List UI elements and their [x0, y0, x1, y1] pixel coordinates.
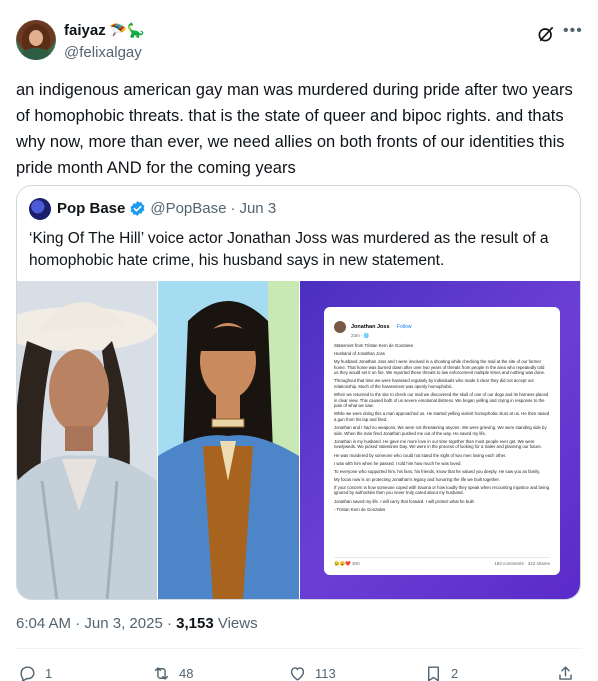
photo-actor[interactable]: [17, 281, 157, 599]
author-emojis: 🪂🦕: [109, 22, 145, 38]
quote-display-name[interactable]: Pop Base: [57, 200, 125, 217]
author-avatar[interactable]: [16, 20, 56, 60]
bookmark-count: 2: [451, 666, 459, 681]
statement-footer: 😢😮❤️ 300 183 comments · 322 shares: [334, 557, 550, 567]
statement-post: Jonathan Joss · Follow 23m · 🌐 Statement…: [324, 307, 560, 575]
repost-count: 48: [179, 666, 194, 681]
statement-reactions: 😢😮❤️ 300: [334, 561, 360, 566]
statement-line: To everyone who supported him, his fans,…: [334, 468, 541, 474]
like-button[interactable]: 113: [288, 664, 336, 681]
divider: [16, 648, 582, 649]
tweet-meta: 6:04 AM · Jun 3, 2025 · 3,153 Views: [16, 615, 258, 632]
bookmark-icon: [428, 666, 439, 681]
statement-line: If your concern is how someone coped wit…: [334, 484, 549, 496]
statement-line: - Tristan Kern de Gonzales: [334, 506, 386, 512]
statement-line: My focus now is on protecting Jonathan's…: [334, 476, 500, 482]
reply-count: 1: [45, 666, 53, 681]
statement-header: Jonathan Joss · Follow 23m · 🌐: [334, 315, 550, 339]
views-count[interactable]: 3,153: [176, 615, 214, 632]
statement-line: Statement from Tristan Kern de Gonzales: [334, 343, 414, 348]
repost-icon: [154, 667, 169, 680]
meta-separator: ·: [75, 615, 81, 632]
bookmark-button[interactable]: 2: [424, 664, 458, 681]
quote-images: Jonathan Joss · Follow 23m · 🌐 Statement…: [17, 281, 580, 599]
action-bar: 1 48 113 2: [16, 664, 582, 681]
statement-author: Jonathan Joss: [351, 324, 390, 330]
cartoon-character[interactable]: [158, 281, 299, 599]
quoted-tweet[interactable]: Pop Base @PopBase · Jun 3 ‘King Of The H…: [16, 185, 581, 600]
share-button[interactable]: [556, 664, 575, 681]
reply-icon: [20, 666, 35, 681]
statement-line: Jonathan saved my life. I will carry tha…: [334, 498, 475, 504]
statement-meta: 23m · 🌐: [351, 333, 370, 338]
statement-line: While we were doing this a man approache…: [334, 411, 550, 423]
author-handle[interactable]: @felixalgay: [64, 44, 142, 61]
quote-text: ‘King Of The Hill’ voice actor Jonathan …: [29, 230, 549, 269]
author-display-name[interactable]: faiyaz: [64, 22, 106, 39]
repost-button[interactable]: 48: [152, 664, 193, 681]
quote-handle[interactable]: @PopBase: [150, 200, 226, 217]
statement-line: My husband Jonathan Joss and I were invo…: [334, 359, 546, 376]
meta-separator: ·: [166, 615, 172, 632]
author-name-row: faiyaz 🪂🦕: [64, 22, 145, 39]
statement-line: Jonathan is my husband. He gave me more …: [334, 438, 542, 450]
share-icon: [559, 666, 572, 680]
quote-name-row: Pop Base @PopBase · Jun 3: [57, 200, 276, 217]
statement-line: Husband of Jonathan Joss: [334, 351, 385, 357]
tweet-text: an indigenous american gay man was murde…: [16, 81, 573, 177]
verified-badge-icon: [130, 201, 145, 216]
reply-button[interactable]: 1: [18, 664, 52, 681]
statement-line: When we returned to the site to check ou…: [334, 392, 549, 409]
tweet: faiyaz 🪂🦕 @felixalgay ••• an indigenous …: [0, 0, 598, 681]
statement-follow: · Follow: [393, 324, 412, 330]
heart-icon: [290, 667, 305, 681]
statement-avatar: [334, 321, 346, 333]
statement-line: Jonathan and I had no weapons. We were n…: [334, 425, 547, 436]
grok-icon[interactable]: [536, 24, 556, 44]
more-options-icon[interactable]: •••: [563, 22, 583, 42]
quote-separator: ·: [230, 200, 236, 217]
tweet-date[interactable]: Jun 3, 2025: [84, 615, 162, 632]
statement-line: He was murdered by someone who could not…: [334, 452, 507, 458]
like-count: 113: [315, 666, 336, 681]
statement-line: I was with him when he passed. I told hi…: [334, 460, 462, 466]
quote-date[interactable]: Jun 3: [239, 200, 276, 217]
tweet-time[interactable]: 6:04 AM: [16, 615, 71, 632]
statement-comments: 183 comments · 322 shares: [494, 561, 550, 566]
statement-line: Throughout that time we were harassed re…: [334, 378, 534, 390]
statement-screenshot[interactable]: Jonathan Joss · Follow 23m · 🌐 Statement…: [300, 281, 580, 599]
quote-avatar[interactable]: [29, 198, 51, 220]
views-label: Views: [217, 615, 258, 632]
